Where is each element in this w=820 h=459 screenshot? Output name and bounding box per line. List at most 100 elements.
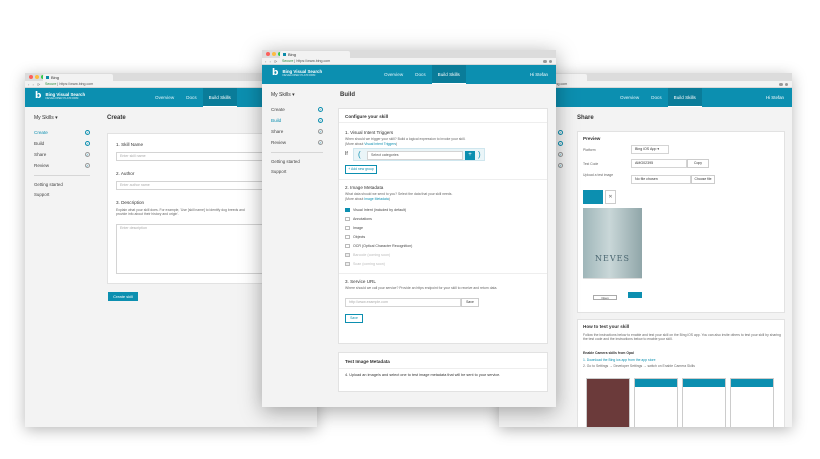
close-icon[interactable]: ✕ (605, 190, 616, 204)
sidebar-item-share[interactable]: Share ✓ (262, 126, 332, 137)
user-greeting[interactable]: Hi Stefan (530, 65, 548, 84)
check-icon: ✓ (85, 130, 90, 135)
nav-build-skills[interactable]: Build Skills (431, 65, 466, 84)
brand[interactable]: b Bing Visual Search DEVELOPER PLATFORM (35, 91, 85, 101)
sidebar-item-build[interactable]: Build ✓ (262, 115, 332, 126)
file-input[interactable]: No file chosen (631, 175, 691, 184)
window-build: Bing ‹ › ⟳ Secure | https://www.bing.com… (262, 50, 556, 407)
divider (34, 175, 90, 176)
check-icon: ✓ (558, 141, 563, 146)
link-getting-started[interactable]: Getting started (25, 180, 99, 190)
sidebar-item-build[interactable]: Build ✓ (25, 138, 99, 149)
service-url-save[interactable]: Save (461, 298, 479, 307)
select-categories[interactable]: Select categories (367, 150, 463, 160)
option-annotations[interactable]: Annotations (345, 216, 372, 222)
save-button[interactable]: Save (345, 314, 363, 323)
check-icon: ✓ (558, 163, 563, 168)
browser-icons[interactable] (779, 82, 788, 86)
link-support[interactable]: Support (262, 167, 332, 177)
trigger-group: ( Select categories + ) (353, 148, 485, 161)
platform-select[interactable]: Bing iOS App ▾ (631, 145, 669, 154)
browser-tab[interactable]: Bing (43, 74, 113, 81)
nav-build-skills[interactable]: Build Skills (202, 88, 237, 107)
my-skills-dropdown[interactable]: My Skills ▾ (262, 84, 332, 98)
nav-docs[interactable]: Docs (645, 88, 667, 107)
option-visual-intent[interactable]: Visual Intent (included by default) (345, 207, 406, 213)
sidebar-item-review[interactable]: Review ✓ (25, 160, 99, 171)
option-ocr[interactable]: OCR (Optical Character Recognition) (345, 243, 412, 249)
option-scan: Scan (coming soon) (345, 261, 385, 267)
add-category-button[interactable]: + (465, 150, 475, 160)
how-to-panel: How to test your skill Follow the instru… (577, 319, 785, 427)
bing-logo-icon: b (272, 68, 279, 78)
service-url-label: 3. Service URL (345, 279, 376, 284)
copy-button[interactable]: Copy (687, 159, 709, 168)
phone-screenshot-2 (634, 378, 678, 427)
nav-docs[interactable]: Docs (180, 88, 202, 107)
divider (271, 152, 323, 153)
nav-overview[interactable]: Overview (614, 88, 645, 107)
bing-logo-icon: b (35, 91, 42, 101)
chevron-down-icon: ▾ (657, 147, 660, 151)
my-skills-dropdown[interactable]: My Skills ▾ (25, 107, 99, 121)
tab-bar: Bing (262, 50, 556, 58)
metadata-link[interactable]: Image Metadata (364, 197, 389, 201)
checkbox[interactable] (345, 234, 350, 240)
nav-build-skills[interactable]: Build Skills (667, 88, 702, 107)
sidebar-item-review[interactable]: Review ✓ (262, 137, 332, 148)
nav-docs[interactable]: Docs (409, 65, 431, 84)
browser-tab[interactable]: Bing (280, 51, 350, 58)
checkbox[interactable] (345, 207, 350, 213)
create-skill-button[interactable]: Create skill (108, 292, 138, 301)
sidebar-item-create[interactable]: Create ✓ (25, 127, 99, 138)
service-url-hint: Where should we call your service? Provi… (345, 286, 498, 290)
metadata-hint: What data should we send to you? Select … (345, 192, 453, 196)
page-title: Build (340, 92, 355, 98)
user-greeting[interactable]: Hi Stefan (766, 88, 784, 107)
image-thumbnail[interactable] (583, 190, 603, 204)
bottle-label: NEVES (595, 254, 630, 263)
nav-overview[interactable]: Overview (378, 65, 409, 84)
if-label: If (345, 151, 348, 157)
bottle-image: NEVES Open (583, 208, 642, 304)
checkbox (345, 252, 350, 258)
chevron-down-icon: ▾ (55, 115, 58, 121)
check-icon: ✓ (318, 118, 323, 123)
nav-arrows-icon[interactable]: ‹ › ⟳ (28, 81, 41, 88)
sidebar-item-create[interactable]: Create ✓ (262, 104, 332, 115)
how-text: Follow the instructions below to enable … (583, 333, 781, 342)
test-title: Test Image Metadata (345, 359, 390, 364)
address-bar[interactable]: ‹ › ⟳ Secure | https://www.bing.com (262, 58, 556, 65)
sidebar: My Skills ▾ Create ✓ Build ✓ Share ✓ Review… (25, 107, 99, 427)
stage: Bing ‹ › ⟳ Secure | https://www.bing.com… (0, 0, 820, 459)
check-icon: ✓ (558, 130, 563, 135)
add-new-group-button[interactable]: + Add new group (345, 165, 377, 174)
enable-title: Enable Camera skills from Opal (583, 351, 634, 355)
sidebar-item-share[interactable]: Share ✓ (25, 149, 99, 160)
option-objects[interactable]: Objects (345, 234, 365, 240)
check-icon: ✓ (85, 141, 90, 146)
check-icon: ✓ (85, 152, 90, 157)
link-support[interactable]: Support (25, 190, 99, 200)
test-code-field[interactable]: AMG02395 (631, 159, 687, 168)
choose-file-button[interactable]: Choose file (691, 175, 715, 184)
nav-overview[interactable]: Overview (149, 88, 180, 107)
checkbox[interactable] (345, 225, 350, 231)
chevron-down-icon: ▾ (292, 92, 295, 98)
step-1[interactable]: 1. Download the Bing ios app from the ap… (583, 358, 656, 362)
brand[interactable]: b Bing Visual Search DEVELOPER PLATFORM (272, 68, 322, 78)
author-label: 2. Author (116, 171, 135, 176)
service-url-input[interactable]: http://www.example.com (345, 298, 461, 307)
nav-arrows-icon[interactable]: ‹ › ⟳ (265, 58, 278, 65)
main-share: Share Preview Platform Bing iOS App ▾ Te… (567, 107, 792, 427)
metadata-label: 2. Image Metadata (345, 185, 384, 190)
link-getting-started[interactable]: Getting started (262, 157, 332, 167)
browser-icons[interactable] (543, 59, 552, 63)
checkbox[interactable] (345, 216, 350, 222)
brand-sub: DEVELOPER PLATFORM (282, 73, 316, 77)
phone-button[interactable]: Open (593, 295, 617, 300)
trigger-link[interactable]: Visual Intent Triggers (364, 142, 396, 146)
option-image[interactable]: Image (345, 225, 363, 231)
checkbox[interactable] (345, 243, 350, 249)
check-icon: ✓ (318, 140, 323, 145)
